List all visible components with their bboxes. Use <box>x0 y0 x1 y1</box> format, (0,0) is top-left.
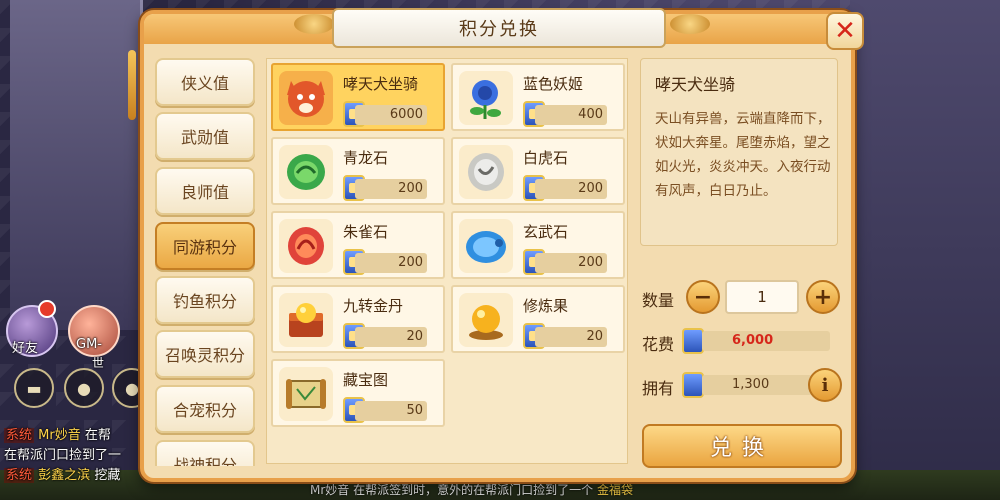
chat-name[interactable]: 彭鑫之滨 <box>38 468 90 483</box>
item-name: 玄武石 <box>523 223 569 241</box>
category-sidebar: 侠义值 武勋值 良师值 同游积分 钓鱼积分 召唤灵积分 合宠积分 战神积分 <box>155 54 255 466</box>
blue-rose-icon <box>459 71 513 125</box>
microphone-icon: ● <box>125 378 139 398</box>
chat-tag: 系统 <box>4 428 35 443</box>
close-icon: ✕ <box>834 16 856 46</box>
item-card[interactable]: 白虎石 200 <box>451 137 625 205</box>
item-grid: 哮天犬坐骑 6000 蓝色妖姬 400 青龙石 200 白虎石 200 朱雀石 … <box>266 58 628 464</box>
chat-line: 系统 Mr妙音 在帮 <box>4 424 111 443</box>
tab-tongyou[interactable]: 同游积分 <box>155 222 255 270</box>
phoenix-stone-icon <box>279 219 333 273</box>
close-button[interactable]: ✕ <box>826 12 864 50</box>
scene-building-right <box>850 0 1000 500</box>
notification-dot <box>38 300 56 318</box>
friends-label: 好友 <box>12 341 39 356</box>
chat-tag: 系统 <box>4 468 35 483</box>
ticker-name: Mr妙音 <box>310 483 350 497</box>
item-name: 哮天犬坐骑 <box>343 75 419 93</box>
tab-zhaohuanling[interactable]: 召唤灵积分 <box>155 330 255 378</box>
chat-bubble-icon: ▬ <box>26 378 42 398</box>
treasure-map-icon <box>279 367 333 421</box>
item-name: 九转金丹 <box>343 297 404 315</box>
increase-quantity-button[interactable]: + <box>806 280 840 314</box>
item-price: 6000 <box>355 105 427 125</box>
chat-line: 在帮派门口捡到了一 <box>4 444 121 463</box>
chat-name[interactable]: Mr妙音 <box>38 428 81 443</box>
item-price: 200 <box>535 253 607 273</box>
golden-pill-icon <box>279 293 333 347</box>
item-card[interactable]: 朱雀石 200 <box>271 211 445 279</box>
item-price: 20 <box>355 327 427 347</box>
item-name: 白虎石 <box>523 149 569 167</box>
info-button[interactable]: i <box>808 368 842 402</box>
system-ticker: Mr妙音 在帮派签到时，意外的在帮派门口捡到了一个 金福袋 <box>310 481 633 498</box>
tiger-stone-icon <box>459 145 513 199</box>
plus-icon: + <box>813 284 833 310</box>
item-price: 200 <box>355 179 427 199</box>
item-name: 青龙石 <box>343 149 389 167</box>
item-card[interactable]: 玄武石 200 <box>451 211 625 279</box>
item-card[interactable]: 青龙石 200 <box>271 137 445 205</box>
cost-value: 6,000 <box>702 331 830 351</box>
points-coin-icon <box>682 328 704 354</box>
item-price: 200 <box>355 253 427 273</box>
info-icon: i <box>821 374 829 396</box>
cost-label: 花费 <box>642 335 675 354</box>
gm-sublabel: 世 <box>92 356 105 370</box>
item-card[interactable]: 蓝色妖姬 400 <box>451 63 625 131</box>
item-price: 200 <box>535 179 607 199</box>
quantity-label: 数量 <box>642 291 675 310</box>
item-name: 修炼果 <box>523 297 569 315</box>
own-value: 1,300 <box>702 375 812 395</box>
item-name: 藏宝图 <box>343 371 389 389</box>
tortoise-stone-icon <box>459 219 513 273</box>
item-name: 朱雀石 <box>343 223 389 241</box>
scene-building-left <box>10 0 143 330</box>
points-coin-icon <box>682 372 704 398</box>
tassel-decoration <box>128 50 136 120</box>
tab-wuxun[interactable]: 武勋值 <box>155 112 255 160</box>
panel-title: 积分兑换 <box>332 8 666 48</box>
chat-text: 挖藏 <box>94 468 121 483</box>
own-label: 拥有 <box>642 379 675 398</box>
microphone-icon: ● <box>77 378 91 398</box>
chat-button[interactable]: ▬ <box>14 368 54 408</box>
tab-diaoyu[interactable]: 钓鱼积分 <box>155 276 255 324</box>
quantity-field[interactable]: 1 <box>725 280 799 314</box>
item-card[interactable]: 藏宝图 50 <box>271 359 445 427</box>
item-detail-panel: 哮天犬坐骑 天山有异兽，云端直降而下，状如大奔星。尾堕赤焰，望之如火光，炎炎冲天… <box>640 58 838 246</box>
item-price: 20 <box>535 327 607 347</box>
tab-hechong[interactable]: 合宠积分 <box>155 385 255 433</box>
chat-text: 在帮 <box>84 428 111 443</box>
item-price: 400 <box>535 105 607 125</box>
voice-button[interactable]: ● <box>64 368 104 408</box>
item-price: 50 <box>355 401 427 421</box>
detail-description: 天山有异兽，云端直降而下，状如大奔星。尾堕赤焰，望之如火光，炎炎冲天。入夜行动有… <box>655 111 831 199</box>
tab-xiayi[interactable]: 侠义值 <box>155 58 255 106</box>
item-card[interactable]: 哮天犬坐骑 6000 <box>271 63 445 131</box>
chat-text: 在帮派门口捡到了一 <box>4 448 122 463</box>
decrease-quantity-button[interactable]: − <box>686 280 720 314</box>
item-card[interactable]: 修炼果 20 <box>451 285 625 353</box>
fruit-icon <box>459 293 513 347</box>
chat-line: 系统 彭鑫之滨 挖藏 <box>4 464 120 483</box>
ticker-text: 在帮派签到时，意外的在帮派门口捡到了一个 <box>353 483 594 497</box>
gm-label: GM- <box>76 337 102 352</box>
dog-mount-icon <box>279 71 333 125</box>
title-ornament-right <box>670 14 710 34</box>
exchange-button[interactable]: 兑换 <box>642 424 842 468</box>
item-name: 蓝色妖姬 <box>523 75 584 93</box>
dragon-stone-icon <box>279 145 333 199</box>
tab-liangshi[interactable]: 良师值 <box>155 167 255 215</box>
ticker-item: 金福袋 <box>596 483 633 497</box>
detail-title: 哮天犬坐骑 <box>655 75 736 94</box>
item-card[interactable]: 九转金丹 20 <box>271 285 445 353</box>
minus-icon: − <box>693 284 713 310</box>
title-ornament-left <box>294 14 334 34</box>
tab-zhanshen[interactable]: 战神积分 <box>155 440 255 466</box>
